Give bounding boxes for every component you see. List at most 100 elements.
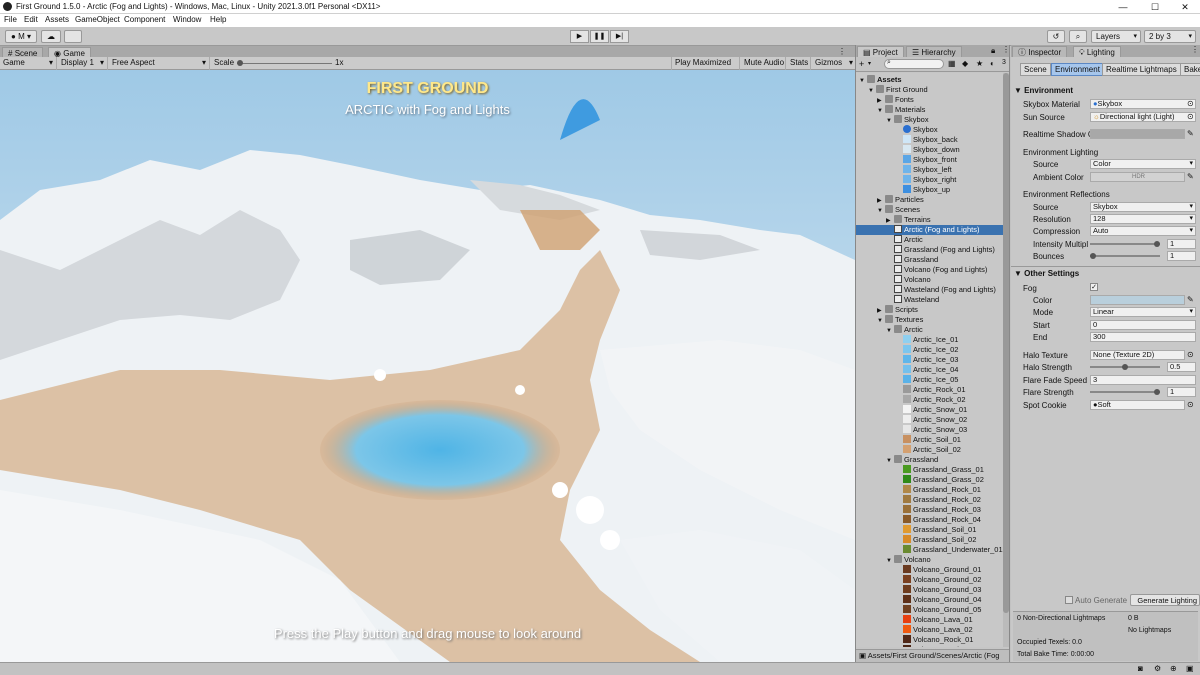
more-options-icon[interactable]: ⋮ bbox=[838, 47, 846, 56]
tree-item[interactable]: Skybox bbox=[856, 125, 1004, 135]
tree-item[interactable]: Volcano_Rock_02 bbox=[856, 645, 1004, 647]
tree-item[interactable]: Grassland_Rock_03 bbox=[856, 505, 1004, 515]
tree-item[interactable]: Arctic_Snow_03 bbox=[856, 425, 1004, 435]
tab-project[interactable]: ▤ Project bbox=[857, 46, 904, 57]
more-options-icon[interactable]: ⋮ bbox=[1002, 45, 1009, 54]
flare-fade-input[interactable]: 3 bbox=[1090, 375, 1196, 385]
tree-item[interactable]: ▶ Particles bbox=[856, 195, 1004, 205]
tree-item[interactable]: ▼ Arctic bbox=[856, 325, 1004, 335]
scale-slider-knob[interactable] bbox=[237, 60, 243, 66]
collab-button[interactable] bbox=[64, 30, 82, 43]
fog-color-field[interactable] bbox=[1090, 295, 1185, 305]
sun-source-field[interactable]: ☼Directional light (Light) bbox=[1090, 112, 1196, 122]
tree-item[interactable]: Wasteland (Fog and Lights) bbox=[856, 285, 1004, 295]
tree-item[interactable]: ▼ Textures bbox=[856, 315, 1004, 325]
tree-item[interactable]: Grassland (Fog and Lights) bbox=[856, 245, 1004, 255]
intensity-slider[interactable] bbox=[1090, 241, 1160, 247]
mute-audio-toggle[interactable]: Mute Audio bbox=[741, 57, 786, 70]
project-scrollbar-thumb[interactable] bbox=[1003, 73, 1009, 613]
search-button[interactable]: ⌕ bbox=[1069, 30, 1087, 43]
tree-item[interactable]: Arctic_Soil_01 bbox=[856, 435, 1004, 445]
auto-generate-checkbox[interactable] bbox=[1065, 596, 1073, 604]
halo-strength-knob[interactable] bbox=[1122, 364, 1128, 370]
project-search-input[interactable]: ⌕ bbox=[884, 59, 944, 69]
flare-strength-knob[interactable] bbox=[1154, 389, 1160, 395]
tree-item[interactable]: ▼ Skybox bbox=[856, 115, 1004, 125]
generate-lighting-button[interactable]: Generate Lighting bbox=[1130, 594, 1200, 606]
eyedropper-icon[interactable]: ✎ bbox=[1187, 129, 1194, 138]
tree-item[interactable]: Arctic_Ice_03 bbox=[856, 355, 1004, 365]
filter-type-icon[interactable]: ▦ bbox=[948, 59, 956, 68]
layout-dropdown[interactable]: 2 by 3 bbox=[1144, 30, 1196, 43]
tree-item[interactable]: Arctic_Snow_02 bbox=[856, 415, 1004, 425]
tree-item[interactable]: ▶ Scripts bbox=[856, 305, 1004, 315]
tree-item[interactable]: Arctic_Ice_05 bbox=[856, 375, 1004, 385]
menu-edit[interactable]: Edit bbox=[24, 15, 38, 24]
visibility-icon[interactable]: ◐ bbox=[990, 59, 995, 68]
fog-start-input[interactable]: 0 bbox=[1090, 320, 1196, 330]
tree-item[interactable]: Volcano_Rock_01 bbox=[856, 635, 1004, 645]
notification-icon[interactable]: ▣ bbox=[1186, 664, 1194, 673]
game-viewport[interactable]: FIRST GROUND ARCTIC with Fog and Lights … bbox=[0, 70, 855, 662]
project-scrollbar[interactable] bbox=[1003, 73, 1009, 647]
tree-item[interactable]: Volcano (Fog and Lights) bbox=[856, 265, 1004, 275]
tree-item[interactable]: Volcano_Ground_01 bbox=[856, 565, 1004, 575]
tree-item[interactable]: Grassland_Underwater_01 bbox=[856, 545, 1004, 555]
tree-item[interactable]: Grassland_Rock_02 bbox=[856, 495, 1004, 505]
filter-label-icon[interactable]: ◆ bbox=[962, 59, 968, 68]
tab-lighting[interactable]: 💡︎ Lighting bbox=[1073, 46, 1121, 57]
spot-cookie-field[interactable]: ●Soft bbox=[1090, 400, 1185, 410]
halo-strength-slider[interactable] bbox=[1090, 364, 1160, 370]
subtab-environment[interactable]: Environment bbox=[1051, 63, 1104, 76]
subtab-bake[interactable]: Bake bbox=[1180, 63, 1200, 76]
fog-end-input[interactable]: 300 bbox=[1090, 332, 1196, 342]
add-asset-button[interactable]: + bbox=[859, 59, 864, 69]
history-button[interactable]: ↺ bbox=[1047, 30, 1065, 43]
tree-item[interactable]: ▼ Assets bbox=[856, 75, 1004, 85]
tree-item[interactable]: Arctic_Rock_02 bbox=[856, 395, 1004, 405]
tree-item[interactable]: Volcano_Ground_05 bbox=[856, 605, 1004, 615]
step-button[interactable]: ▶| bbox=[610, 30, 629, 43]
tree-item[interactable]: Volcano_Ground_02 bbox=[856, 575, 1004, 585]
flare-strength-slider[interactable] bbox=[1090, 389, 1160, 395]
menu-help[interactable]: Help bbox=[210, 15, 226, 24]
maximize-button[interactable]: ☐ bbox=[1140, 0, 1170, 14]
subtab-realtime-lightmaps[interactable]: Realtime Lightmaps bbox=[1102, 63, 1181, 76]
eyedropper-icon[interactable]: ✎ bbox=[1187, 172, 1194, 181]
tree-item[interactable]: ▶ Terrains bbox=[856, 215, 1004, 225]
tree-item[interactable]: Skybox_down bbox=[856, 145, 1004, 155]
bounces-slider[interactable] bbox=[1090, 253, 1160, 259]
tree-item[interactable]: Arctic_Ice_04 bbox=[856, 365, 1004, 375]
tree-item[interactable]: Grassland bbox=[856, 255, 1004, 265]
flare-strength-input[interactable]: 1 bbox=[1167, 387, 1196, 397]
ambient-color-field[interactable]: HDR bbox=[1090, 172, 1185, 182]
tree-item[interactable]: Skybox_left bbox=[856, 165, 1004, 175]
bounces-slider-knob[interactable] bbox=[1090, 253, 1096, 259]
object-picker-icon[interactable]: ⊙ bbox=[1187, 400, 1194, 409]
tree-item[interactable]: ▼ Volcano bbox=[856, 555, 1004, 565]
display-dropdown[interactable]: Display 1 ▾ bbox=[58, 57, 108, 70]
tree-item[interactable]: ▼ Scenes bbox=[856, 205, 1004, 215]
menu-gameobject[interactable]: GameObject bbox=[75, 15, 120, 24]
tree-item[interactable]: Volcano_Lava_01 bbox=[856, 615, 1004, 625]
fog-mode-select[interactable]: Linear bbox=[1090, 307, 1196, 317]
tree-item[interactable]: Arctic_Snow_01 bbox=[856, 405, 1004, 415]
tree-item[interactable]: Arctic_Ice_02 bbox=[856, 345, 1004, 355]
tree-item[interactable]: Grassland_Soil_01 bbox=[856, 525, 1004, 535]
env-source-select[interactable]: Color bbox=[1090, 159, 1196, 169]
tree-item[interactable]: ▼ First Ground bbox=[856, 85, 1004, 95]
eyedropper-icon[interactable]: ✎ bbox=[1187, 295, 1194, 304]
fog-checkbox[interactable]: ✓ bbox=[1090, 283, 1098, 291]
layers-dropdown[interactable]: Layers bbox=[1091, 30, 1141, 43]
object-picker-icon[interactable]: ⊙ bbox=[1187, 112, 1194, 121]
account-button[interactable]: ● M ▾ bbox=[5, 30, 37, 43]
aspect-dropdown[interactable]: Free Aspect ▾ bbox=[109, 57, 210, 70]
menu-assets[interactable]: Assets bbox=[45, 15, 69, 24]
tree-item[interactable]: Skybox_front bbox=[856, 155, 1004, 165]
environment-header[interactable]: ▼ Environment bbox=[1014, 86, 1073, 95]
menu-file[interactable]: File bbox=[4, 15, 17, 24]
halo-texture-field[interactable]: None (Texture 2D) bbox=[1090, 350, 1185, 360]
cloud-button[interactable]: ☁ bbox=[41, 30, 61, 43]
display-mode-dropdown[interactable]: Game ▾ bbox=[0, 57, 57, 70]
network-icon[interactable]: ⊕ bbox=[1170, 664, 1177, 673]
